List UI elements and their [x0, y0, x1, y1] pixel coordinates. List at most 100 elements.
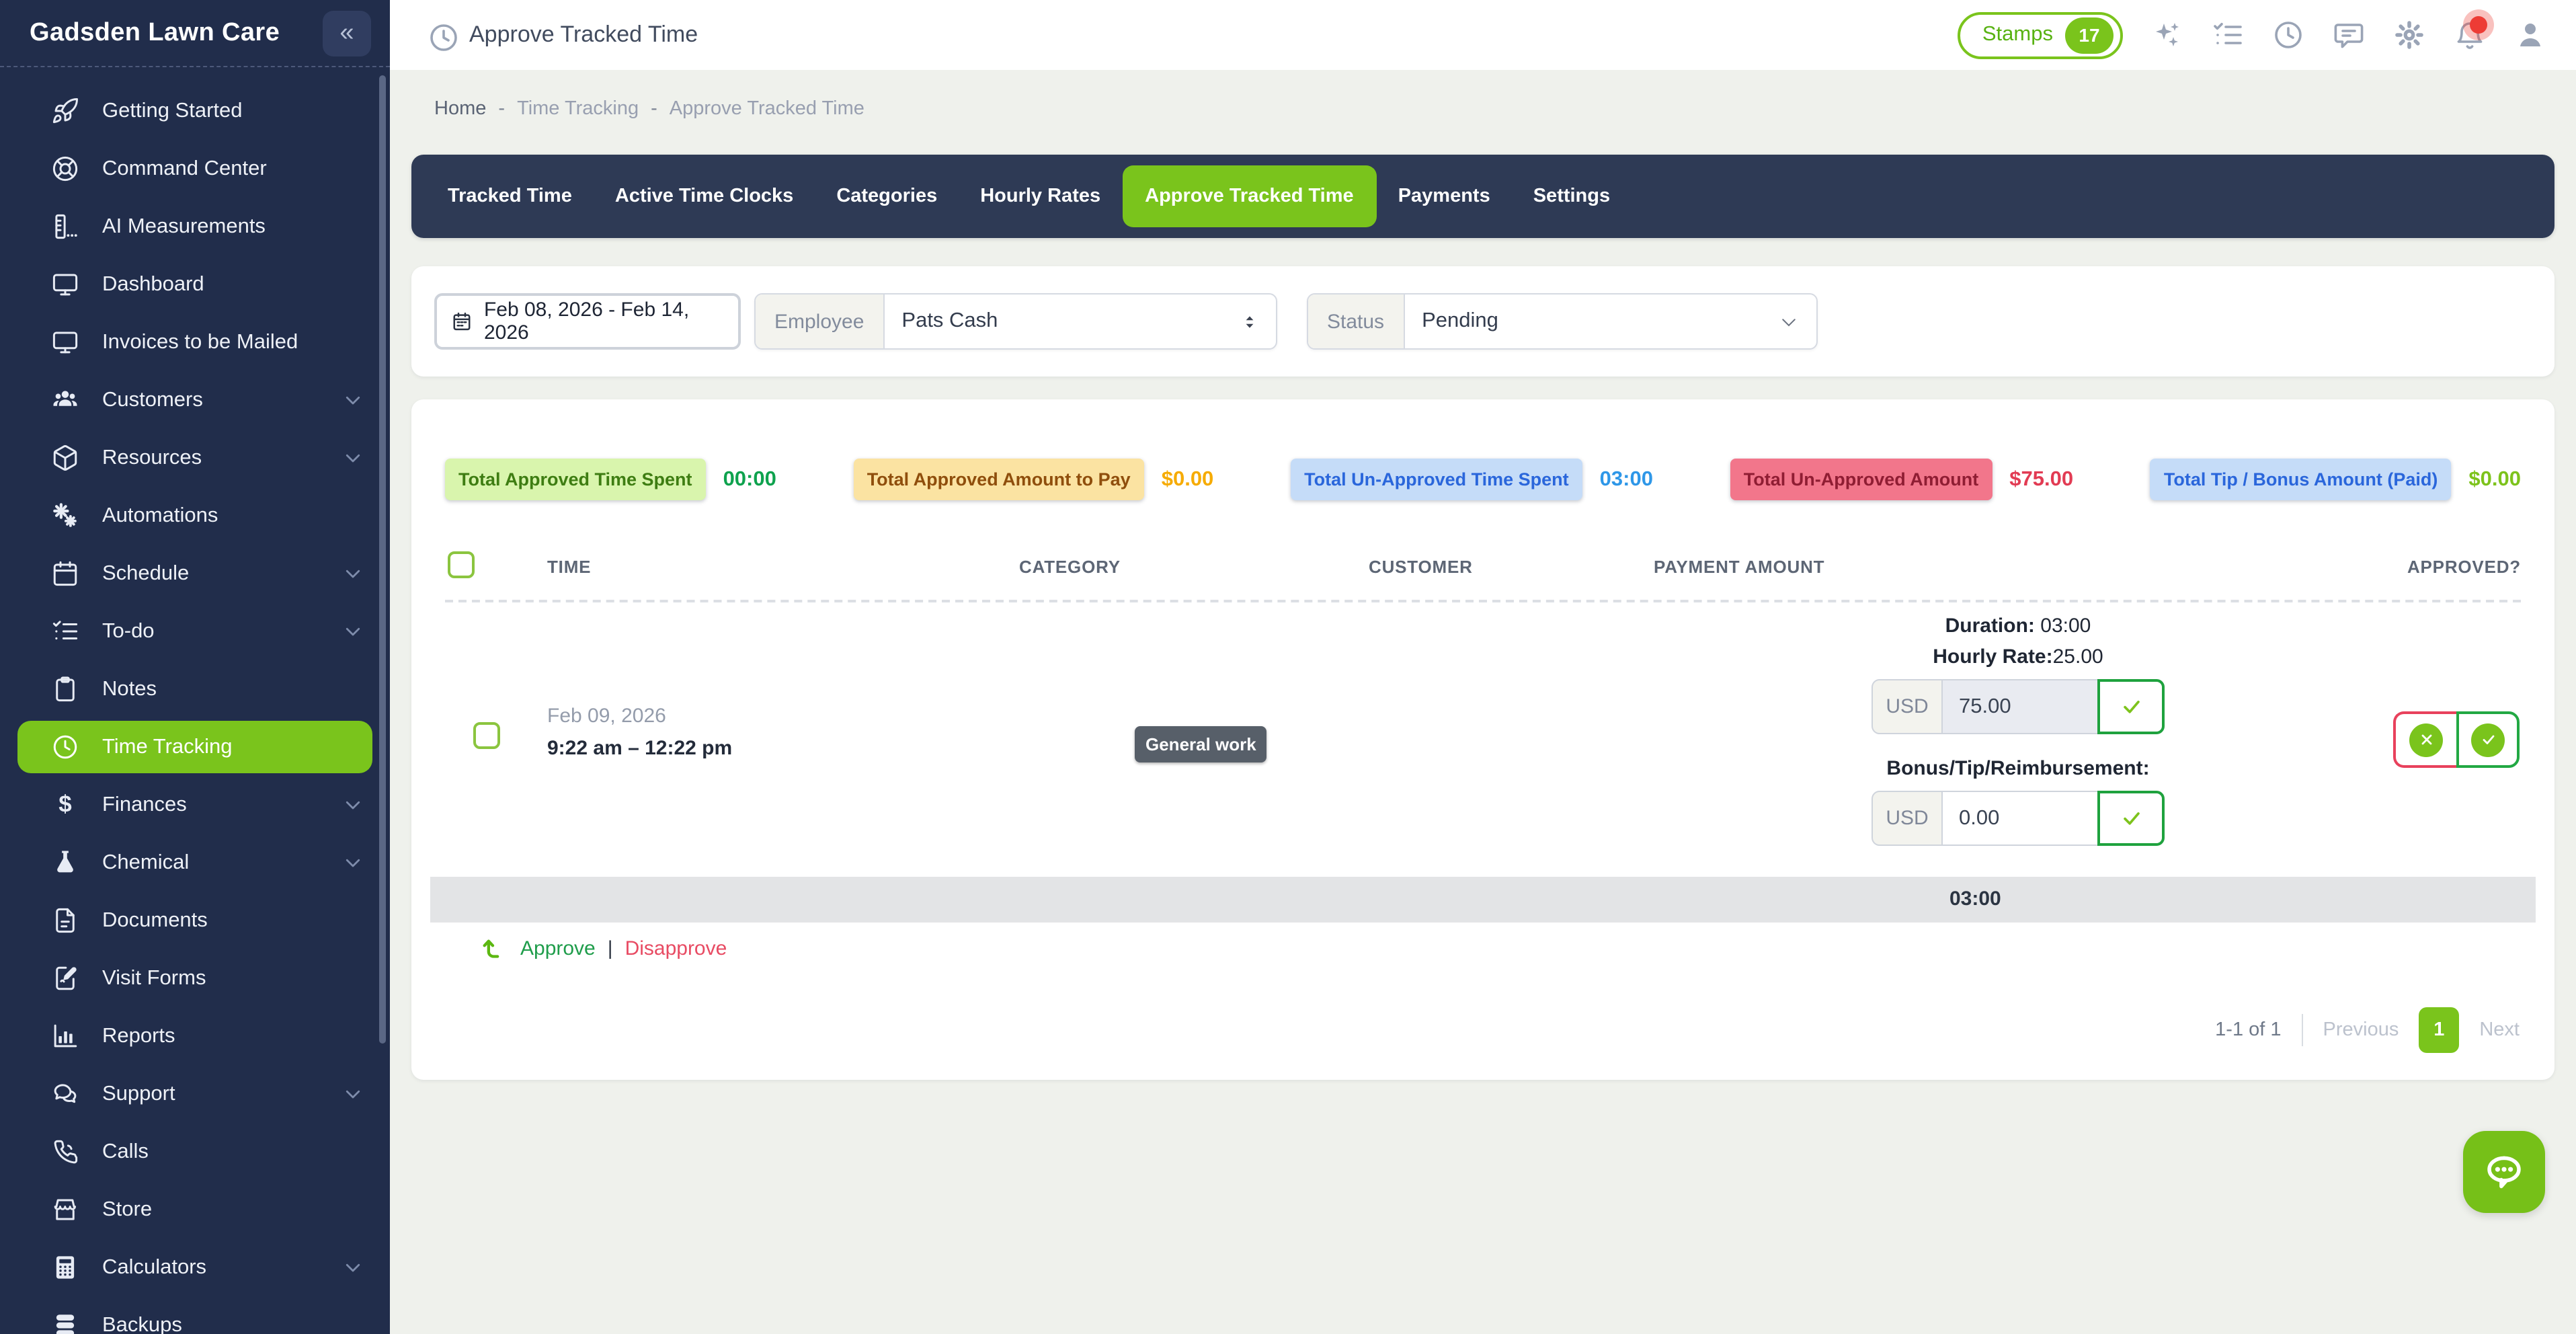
sidebar-item-label: Getting Started [102, 99, 243, 123]
rocket-icon [51, 97, 79, 125]
chat-launcher-button[interactable] [2463, 1131, 2545, 1213]
tab-tracked-time[interactable]: Tracked Time [426, 172, 594, 221]
tab-hourly-rates[interactable]: Hourly Rates [959, 172, 1122, 221]
clipboard-icon [51, 675, 79, 703]
sidebar-item-resources[interactable]: Resources [0, 429, 390, 487]
settings-gear-icon[interactable] [2393, 19, 2425, 51]
bonus-amount-input[interactable] [1941, 791, 2097, 846]
sidebar-item-time-tracking[interactable]: Time Tracking [17, 721, 372, 773]
summary-value: $75.00 [2009, 467, 2073, 492]
sidebar-item-dashboard[interactable]: Dashboard [0, 256, 390, 313]
employee-select[interactable]: Employee Pats Cash [754, 293, 1277, 350]
pagination-range: 1-1 of 1 [2215, 1019, 2281, 1041]
pagination-previous[interactable]: Previous [2323, 1019, 2399, 1041]
sidebar-item-backups[interactable]: Backups [0, 1296, 390, 1334]
sidebar-scrollbar[interactable] [379, 75, 386, 1044]
gears-icon [51, 502, 79, 530]
messages-icon[interactable] [2333, 19, 2365, 51]
sidebar-item-label: Command Center [102, 157, 267, 181]
tab-settings[interactable]: Settings [1512, 172, 1632, 221]
calendar-icon [452, 311, 472, 332]
sidebar-item-getting-started[interactable]: Getting Started [0, 82, 390, 140]
pagination-page-1[interactable]: 1 [2419, 1007, 2459, 1053]
life-buoy-icon [51, 155, 79, 183]
sparkles-icon[interactable] [2151, 19, 2183, 51]
summary-label: Total Un-Approved Amount [1730, 459, 1992, 500]
pagination-next[interactable]: Next [2479, 1019, 2520, 1041]
tab-categories[interactable]: Categories [815, 172, 959, 221]
dollar-icon: $ [51, 791, 79, 819]
hourly-rate-value: 25.00 [2053, 645, 2103, 668]
row-date: Feb 09, 2026 [547, 705, 732, 728]
sidebar-item-label: Dashboard [102, 272, 204, 297]
summary-label: Total Approved Amount to Pay [854, 459, 1144, 500]
status-select[interactable]: Status Pending [1307, 293, 1818, 350]
chevron-down-icon [343, 1257, 363, 1278]
approve-button[interactable] [2456, 711, 2520, 768]
sidebar-item-notes[interactable]: Notes [0, 660, 390, 718]
disapprove-link[interactable]: Disapprove [625, 937, 727, 959]
date-range-picker[interactable]: Feb 08, 2026 - Feb 14, 2026 [434, 293, 741, 350]
sidebar-item-label: Resources [102, 446, 202, 470]
payment-amount-input[interactable] [1941, 679, 2097, 734]
tab-payments[interactable]: Payments [1377, 172, 1512, 221]
sidebar-item-schedule[interactable]: Schedule [0, 545, 390, 602]
stamps-button[interactable]: Stamps 17 [1958, 11, 2123, 58]
sidebar-item-label: Automations [102, 504, 218, 528]
approve-link[interactable]: Approve [520, 937, 596, 959]
sidebar-item-chemical[interactable]: Chemical [0, 834, 390, 892]
sidebar-item-store[interactable]: Store [0, 1181, 390, 1239]
summary-tip-bonus: Total Tip / Bonus Amount (Paid) $0.00 [2150, 459, 2521, 500]
sidebar-item-reports[interactable]: Reports [0, 1007, 390, 1065]
sidebar-item-calls[interactable]: Calls [0, 1123, 390, 1181]
select-all-checkbox[interactable] [448, 551, 475, 578]
column-header-customer: CUSTOMER [1369, 557, 1473, 577]
row-checkbox[interactable] [473, 722, 500, 749]
tab-active-time-clocks[interactable]: Active Time Clocks [594, 172, 815, 221]
sidebar-item-customers[interactable]: Customers [0, 371, 390, 429]
summary-approved-amount: Total Approved Amount to Pay $0.00 [854, 459, 1214, 500]
select-updown-icon [1241, 310, 1258, 333]
breadcrumb-separator: - [651, 98, 657, 120]
sidebar-item-to-do[interactable]: To-do [0, 602, 390, 660]
breadcrumb-time-tracking[interactable]: Time Tracking [517, 98, 639, 120]
breadcrumb-separator: - [498, 98, 505, 120]
column-header-payment-amount: PAYMENT AMOUNT [1654, 557, 1824, 577]
bonus-confirm-button[interactable] [2097, 791, 2165, 846]
sidebar-item-ai-measurements[interactable]: AI Measurements [0, 198, 390, 256]
sidebar-item-command-center[interactable]: Command Center [0, 140, 390, 198]
sidebar-item-support[interactable]: Support [0, 1065, 390, 1123]
notifications-bell-icon[interactable] [2454, 19, 2486, 51]
tasks-icon[interactable] [2212, 19, 2244, 51]
reject-button[interactable] [2393, 711, 2456, 768]
status-select-value: Pending [1422, 309, 1498, 334]
breadcrumb: Home - Time Tracking - Approve Tracked T… [390, 70, 2576, 148]
sidebar-item-label: Store [102, 1198, 152, 1222]
bent-arrow-up-icon [481, 935, 508, 962]
time-clock-icon[interactable] [2272, 19, 2304, 51]
sidebar-item-automations[interactable]: Automations [0, 487, 390, 545]
check-icon [2471, 723, 2505, 756]
sidebar-item-finances[interactable]: $Finances [0, 776, 390, 834]
sidebar-collapse-button[interactable]: « [323, 10, 371, 56]
account-user-icon[interactable] [2514, 19, 2546, 51]
payment-confirm-button[interactable] [2097, 679, 2165, 734]
total-time-value: 03:00 [1949, 888, 2001, 910]
phone-icon [51, 1138, 79, 1166]
sidebar-item-invoices-to-be-mailed[interactable]: Invoices to be Mailed [0, 313, 390, 371]
duration-value: 03:00 [2040, 615, 2091, 637]
sidebar-item-visit-forms[interactable]: Visit Forms [0, 949, 390, 1007]
sidebar-item-calculators[interactable]: Calculators [0, 1239, 390, 1296]
sidebar-item-documents[interactable]: Documents [0, 892, 390, 949]
calculator-icon [51, 1253, 79, 1282]
tab-approve-tracked-time[interactable]: Approve Tracked Time [1122, 165, 1377, 227]
flask-icon [51, 849, 79, 877]
sidebar-item-label: To-do [102, 619, 155, 643]
summary-value: $0.00 [1162, 467, 1214, 492]
sidebar-item-label: Calls [102, 1140, 149, 1164]
column-header-approved: APPROVED? [2407, 557, 2521, 577]
employee-select-value: Pats Cash [901, 309, 998, 334]
breadcrumb-home[interactable]: Home [434, 98, 486, 120]
sidebar-item-label: Documents [102, 908, 208, 933]
date-range-value: Feb 08, 2026 - Feb 14, 2026 [484, 299, 723, 344]
